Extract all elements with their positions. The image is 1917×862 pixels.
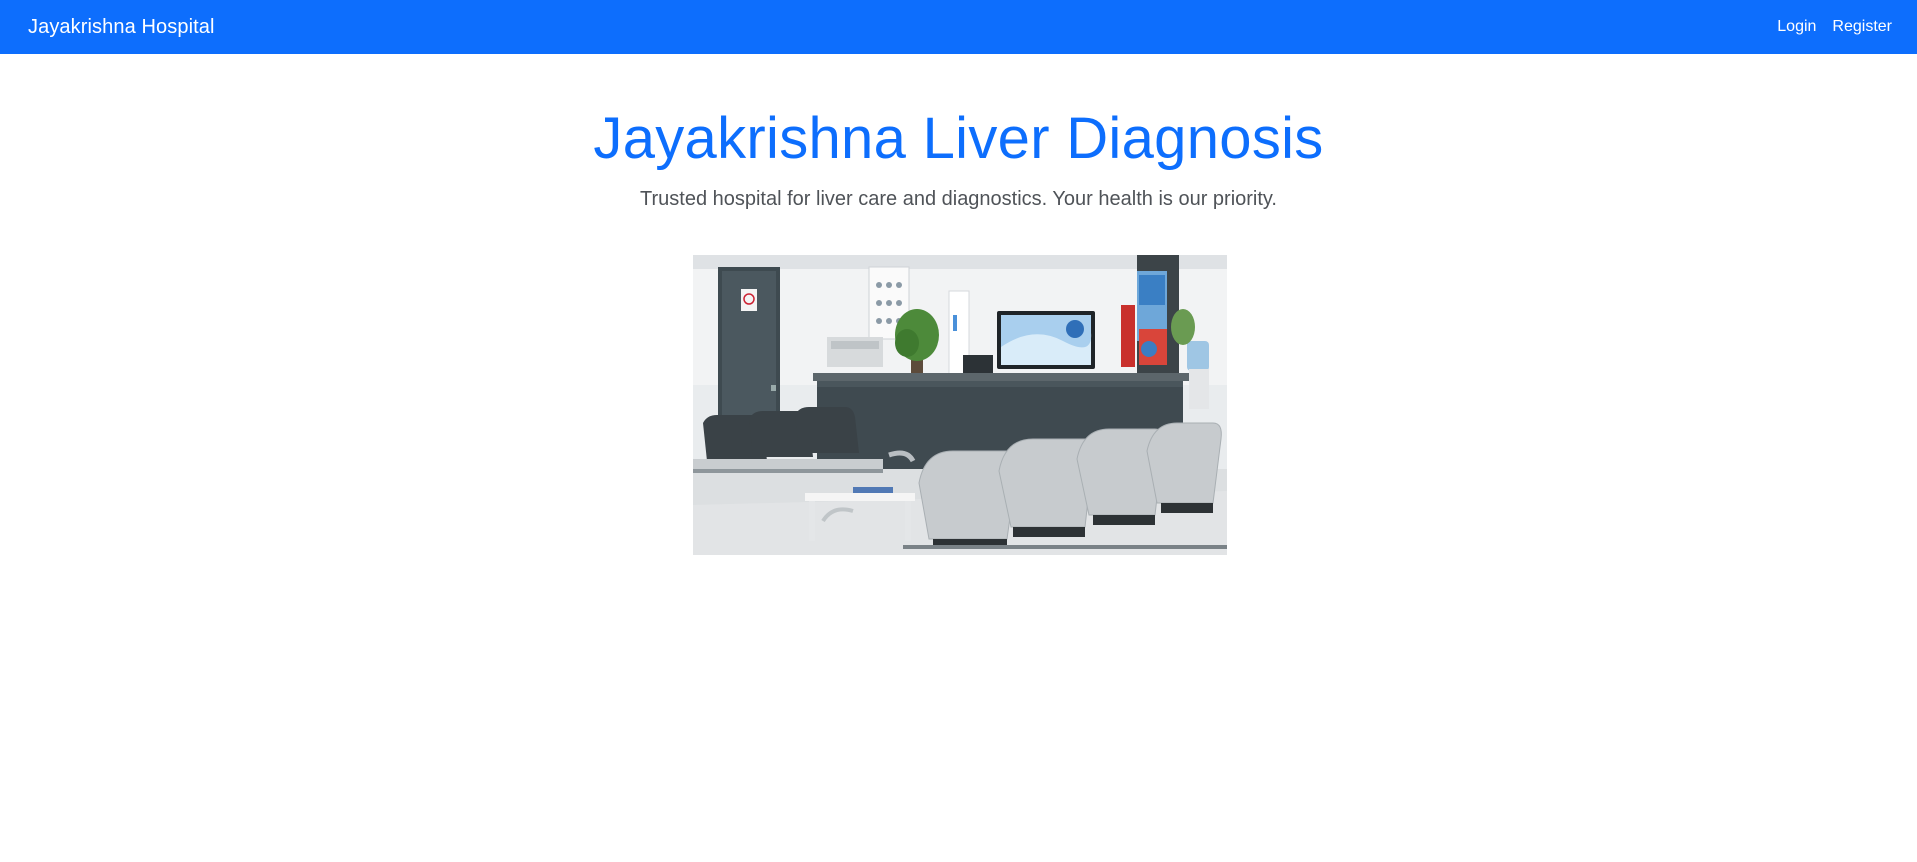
top-navbar: Jayakrishna Hospital Login Register [0,0,1917,54]
page-subtitle: Trusted hospital for liver care and diag… [640,188,1277,210]
hero-section: Jayakrishna Liver Diagnosis Trusted hosp… [0,54,1917,212]
hospital-waiting-room-image [693,255,1227,555]
register-link[interactable]: Register [1832,18,1892,36]
login-link[interactable]: Login [1777,18,1816,36]
page-title: Jayakrishna Liver Diagnosis [593,106,1324,171]
nav-links: Login Register [1777,18,1892,36]
brand-link[interactable]: Jayakrishna Hospital [28,16,215,39]
